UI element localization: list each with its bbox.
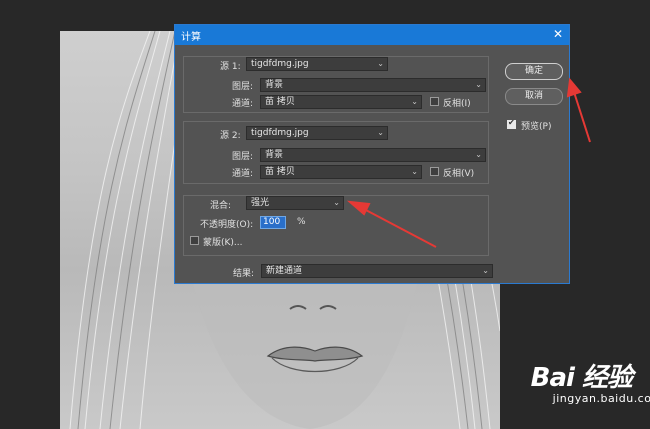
result-label: 结果: xyxy=(233,269,255,279)
ok-button[interactable]: 确定 xyxy=(505,63,563,80)
dropdown-chevron-icon: ⌄ xyxy=(411,167,418,176)
blend-group: 混合: 强光 ⌄ 不透明度(O): 100 % 蒙版(K)... xyxy=(183,195,489,256)
source1-layer-dropdown[interactable]: 背景 ⌄ xyxy=(260,78,486,92)
source1-channel-value: 苗 拷贝 xyxy=(265,97,295,107)
source2-channel-value: 苗 拷贝 xyxy=(265,167,295,177)
source2-file-value: tigdfdmg.jpg xyxy=(251,128,309,138)
source1-file-dropdown[interactable]: tigdfdmg.jpg ⌄ xyxy=(246,57,388,71)
source2-layer-dropdown[interactable]: 背景 ⌄ xyxy=(260,148,486,162)
dropdown-chevron-icon: ⌄ xyxy=(475,80,482,89)
dropdown-chevron-icon: ⌄ xyxy=(377,128,384,137)
source2-invert-checkbox[interactable] xyxy=(430,167,439,176)
result-dropdown[interactable]: 新建通道 ⌄ xyxy=(261,264,493,278)
source1-group: 源 1: tigdfdmg.jpg ⌄ 图层: 背景 ⌄ 通道: 苗 拷贝 ⌄ … xyxy=(183,56,489,113)
opacity-label: 不透明度(O): xyxy=(200,220,254,230)
dropdown-chevron-icon: ⌄ xyxy=(475,150,482,159)
opacity-unit: % xyxy=(297,217,306,227)
close-icon[interactable]: ✕ xyxy=(553,27,563,41)
preview-checkbox[interactable] xyxy=(507,118,516,129)
source2-file-dropdown[interactable]: tigdfdmg.jpg ⌄ xyxy=(246,126,388,140)
opacity-input[interactable]: 100 xyxy=(260,216,286,229)
dropdown-chevron-icon: ⌄ xyxy=(333,198,340,207)
mask-label[interactable]: 蒙版(K)... xyxy=(203,235,243,248)
baidu-paw-icon: Bai 经验 xyxy=(530,363,633,393)
blend-mode-dropdown[interactable]: 强光 ⌄ xyxy=(246,196,344,210)
preview-label[interactable]: 预览(P) xyxy=(521,119,551,132)
source1-invert-label[interactable]: 反相(I) xyxy=(443,96,471,109)
source1-file-value: tigdfdmg.jpg xyxy=(251,59,309,69)
dropdown-chevron-icon: ⌄ xyxy=(482,266,489,275)
source2-layer-label: 图层: xyxy=(232,152,254,162)
source1-layer-value: 背景 xyxy=(265,80,284,90)
cancel-button[interactable]: 取消 xyxy=(505,88,563,105)
source2-label: 源 2: xyxy=(220,131,241,141)
source1-label: 源 1: xyxy=(220,62,241,72)
source2-group: 源 2: tigdfdmg.jpg ⌄ 图层: 背景 ⌄ 通道: 苗 拷贝 ⌄ … xyxy=(183,121,489,184)
dialog-title: 计算 xyxy=(181,32,201,43)
mask-checkbox[interactable] xyxy=(190,236,199,245)
calculations-dialog: 计算 ✕ 源 1: tigdfdmg.jpg ⌄ 图层: 背景 ⌄ 通道: 苗 … xyxy=(174,24,570,284)
source1-layer-label: 图层: xyxy=(232,82,254,92)
result-value: 新建通道 xyxy=(266,266,303,276)
baidu-watermark: Bai 经验 jingyan.baidu.com xyxy=(530,357,650,405)
dropdown-chevron-icon: ⌄ xyxy=(377,59,384,68)
source1-channel-dropdown[interactable]: 苗 拷贝 ⌄ xyxy=(260,95,422,109)
dialog-titlebar[interactable]: 计算 ✕ xyxy=(175,25,569,45)
blend-mode-value: 强光 xyxy=(251,198,270,208)
blend-label: 混合: xyxy=(210,201,232,211)
source1-channel-label: 通道: xyxy=(232,99,254,109)
source1-invert-checkbox[interactable] xyxy=(430,97,439,106)
source2-channel-dropdown[interactable]: 苗 拷贝 ⌄ xyxy=(260,165,422,179)
watermark-url: jingyan.baidu.com xyxy=(552,392,650,405)
source2-layer-value: 背景 xyxy=(265,150,284,160)
dropdown-chevron-icon: ⌄ xyxy=(411,97,418,106)
source2-invert-label[interactable]: 反相(V) xyxy=(443,166,474,179)
source2-channel-label: 通道: xyxy=(232,169,254,179)
